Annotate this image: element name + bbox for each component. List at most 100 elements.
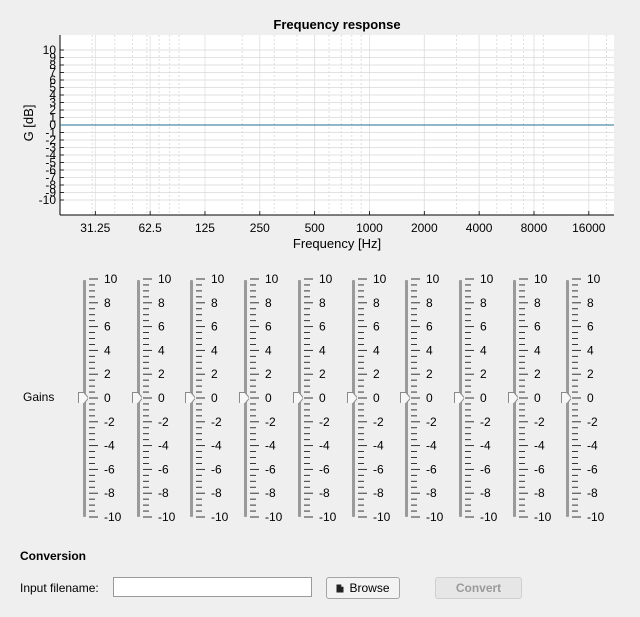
slider-scale-label: -6 [480, 462, 491, 476]
gain-slider-4[interactable]: 10 8 6 4 2 0 -2 -4 -6 -8 -10 [239, 272, 293, 524]
chart-title: Frequency response [273, 17, 400, 32]
slider-scale-label: -2 [480, 415, 491, 429]
slider-scale-label: -2 [426, 415, 437, 429]
slider-handle[interactable] [507, 392, 518, 403]
convert-button[interactable]: Convert [435, 577, 522, 599]
slider-scale: 10 8 6 4 2 0 -2 -4 -6 -8 -10 [250, 272, 283, 524]
slider-scale-label: -6 [265, 462, 276, 476]
slider-scale-label: 10 [158, 272, 172, 286]
slider-handle[interactable] [78, 392, 88, 403]
slider-scale-label: -10 [534, 510, 552, 524]
slider-scale-label: -2 [158, 415, 169, 429]
slider-scale: 10 8 6 4 2 0 -2 -4 -6 -8 -10 [303, 272, 337, 524]
slider-scale-label: 0 [158, 391, 165, 405]
slider-scale-label: -10 [426, 510, 444, 524]
slider-scale-label: -2 [534, 415, 545, 429]
slider-handle[interactable] [292, 392, 303, 403]
slider-handle[interactable] [131, 392, 142, 403]
slider-scale-label: -4 [158, 439, 169, 453]
slider-scale-label: 6 [534, 320, 541, 334]
slider-scale-label: 10 [587, 272, 601, 286]
slider-scale-label: -8 [211, 486, 222, 500]
slider-handle[interactable] [239, 392, 250, 403]
slider-handle[interactable] [561, 392, 572, 403]
gain-slider-2[interactable]: 10 8 6 4 2 0 -2 -4 -6 -8 -10 [131, 272, 186, 524]
x-tick-label: 8000 [521, 221, 548, 235]
input-filename-label: Input filename: [20, 581, 99, 595]
slider-scale-label: 8 [211, 296, 218, 310]
slider-scale-label: 4 [373, 343, 380, 357]
slider-scale-label: 2 [211, 367, 218, 381]
slider-scale-label: 0 [426, 391, 433, 405]
slider-scale-label: 4 [211, 343, 218, 357]
slider-scale-label: -2 [587, 415, 598, 429]
slider-scale-label: 2 [319, 367, 326, 381]
slider-scale: 10 8 6 4 2 0 -2 -4 -6 -8 -10 [142, 272, 176, 524]
slider-scale-label: -10 [373, 510, 391, 524]
input-filename-field[interactable] [113, 577, 312, 597]
slider-scale-label: 0 [534, 391, 541, 405]
slider-scale-label: -4 [426, 439, 437, 453]
slider-scale-label: -6 [373, 462, 384, 476]
slider-scale-label: 2 [534, 367, 541, 381]
slider-scale-label: 4 [319, 343, 326, 357]
slider-scale-label: 0 [211, 391, 218, 405]
slider-scale-label: -10 [158, 510, 176, 524]
slider-scale-label: -8 [373, 486, 384, 500]
y-axis-label: G [dB] [21, 105, 36, 142]
slider-handle[interactable] [400, 392, 411, 403]
slider-scale: 10 8 6 4 2 0 -2 -4 -6 -8 -10 [464, 272, 498, 524]
slider-scale: 10 8 6 4 2 0 -2 -4 -6 -8 -10 [572, 272, 605, 524]
slider-scale-label: -10 [104, 510, 122, 524]
slider-scale-label: 0 [319, 391, 326, 405]
slider-scale-label: 0 [480, 391, 487, 405]
browse-button[interactable]: Browse [326, 577, 400, 599]
slider-scale-label: -8 [426, 486, 437, 500]
slider-scale-label: 8 [319, 296, 326, 310]
slider-scale-label: -4 [319, 439, 330, 453]
slider-scale-label: 4 [158, 343, 165, 357]
slider-scale-label: 10 [373, 272, 387, 286]
slider-scale-label: 4 [426, 343, 433, 357]
x-axis-label: Frequency [Hz] [293, 236, 381, 251]
slider-scale-label: 6 [587, 320, 594, 334]
slider-scale-label: -6 [158, 462, 169, 476]
slider-scale-label: 10 [104, 272, 118, 286]
slider-scale-label: 10 [319, 272, 333, 286]
slider-scale-label: 8 [265, 296, 272, 310]
slider-scale-label: 4 [480, 343, 487, 357]
slider-scale-label: 8 [158, 296, 165, 310]
slider-scale-label: 2 [480, 367, 487, 381]
gain-slider-6[interactable]: 10 8 6 4 2 0 -2 -4 -6 -8 -10 [346, 272, 401, 524]
slider-scale-label: 10 [426, 272, 440, 286]
frequency-response-chart: 109876543210-1-2-3-4-5-6-7-8-9-1031.25 62… [21, 17, 614, 251]
gain-slider-10[interactable]: 10 8 6 4 2 0 -2 -4 -6 -8 -10 [561, 272, 615, 524]
slider-handle[interactable] [453, 392, 464, 403]
slider-scale-label: 2 [426, 367, 433, 381]
slider-scale-label: -2 [319, 415, 330, 429]
slider-scale-label: 10 [265, 272, 279, 286]
slider-scale: 10 8 6 4 2 0 -2 -4 -6 -8 -10 [357, 272, 391, 524]
slider-scale-label: -8 [265, 486, 276, 500]
slider-handle[interactable] [185, 392, 196, 403]
gain-slider-5[interactable]: 10 8 6 4 2 0 -2 -4 -6 -8 -10 [292, 272, 347, 524]
slider-scale-label: 6 [265, 320, 272, 334]
slider-scale-label: -6 [319, 462, 330, 476]
slider-scale-label: 10 [211, 272, 225, 286]
gain-slider-9[interactable]: 10 8 6 4 2 0 -2 -4 -6 -8 -10 [507, 272, 562, 524]
slider-scale-label: 10 [534, 272, 548, 286]
slider-scale-label: 0 [104, 391, 111, 405]
gain-slider-8[interactable]: 10 8 6 4 2 0 -2 -4 -6 -8 -10 [453, 272, 508, 524]
slider-scale-label: -2 [373, 415, 384, 429]
slider-scale-label: -10 [319, 510, 337, 524]
slider-scale-label: 6 [319, 320, 326, 334]
x-tick-label: 500 [305, 221, 325, 235]
slider-scale-label: 4 [104, 343, 111, 357]
slider-scale-label: 6 [158, 320, 165, 334]
gain-slider-1[interactable]: 10 8 6 4 2 0 -2 -4 -6 -8 -10 [78, 272, 132, 524]
slider-scale-label: -8 [587, 486, 598, 500]
gain-slider-3[interactable]: 10 8 6 4 2 0 -2 -4 -6 -8 -10 [185, 272, 239, 524]
x-tick-label: 62.5 [138, 221, 162, 235]
gain-slider-7[interactable]: 10 8 6 4 2 0 -2 -4 -6 -8 -10 [400, 272, 454, 524]
slider-handle[interactable] [346, 392, 357, 403]
